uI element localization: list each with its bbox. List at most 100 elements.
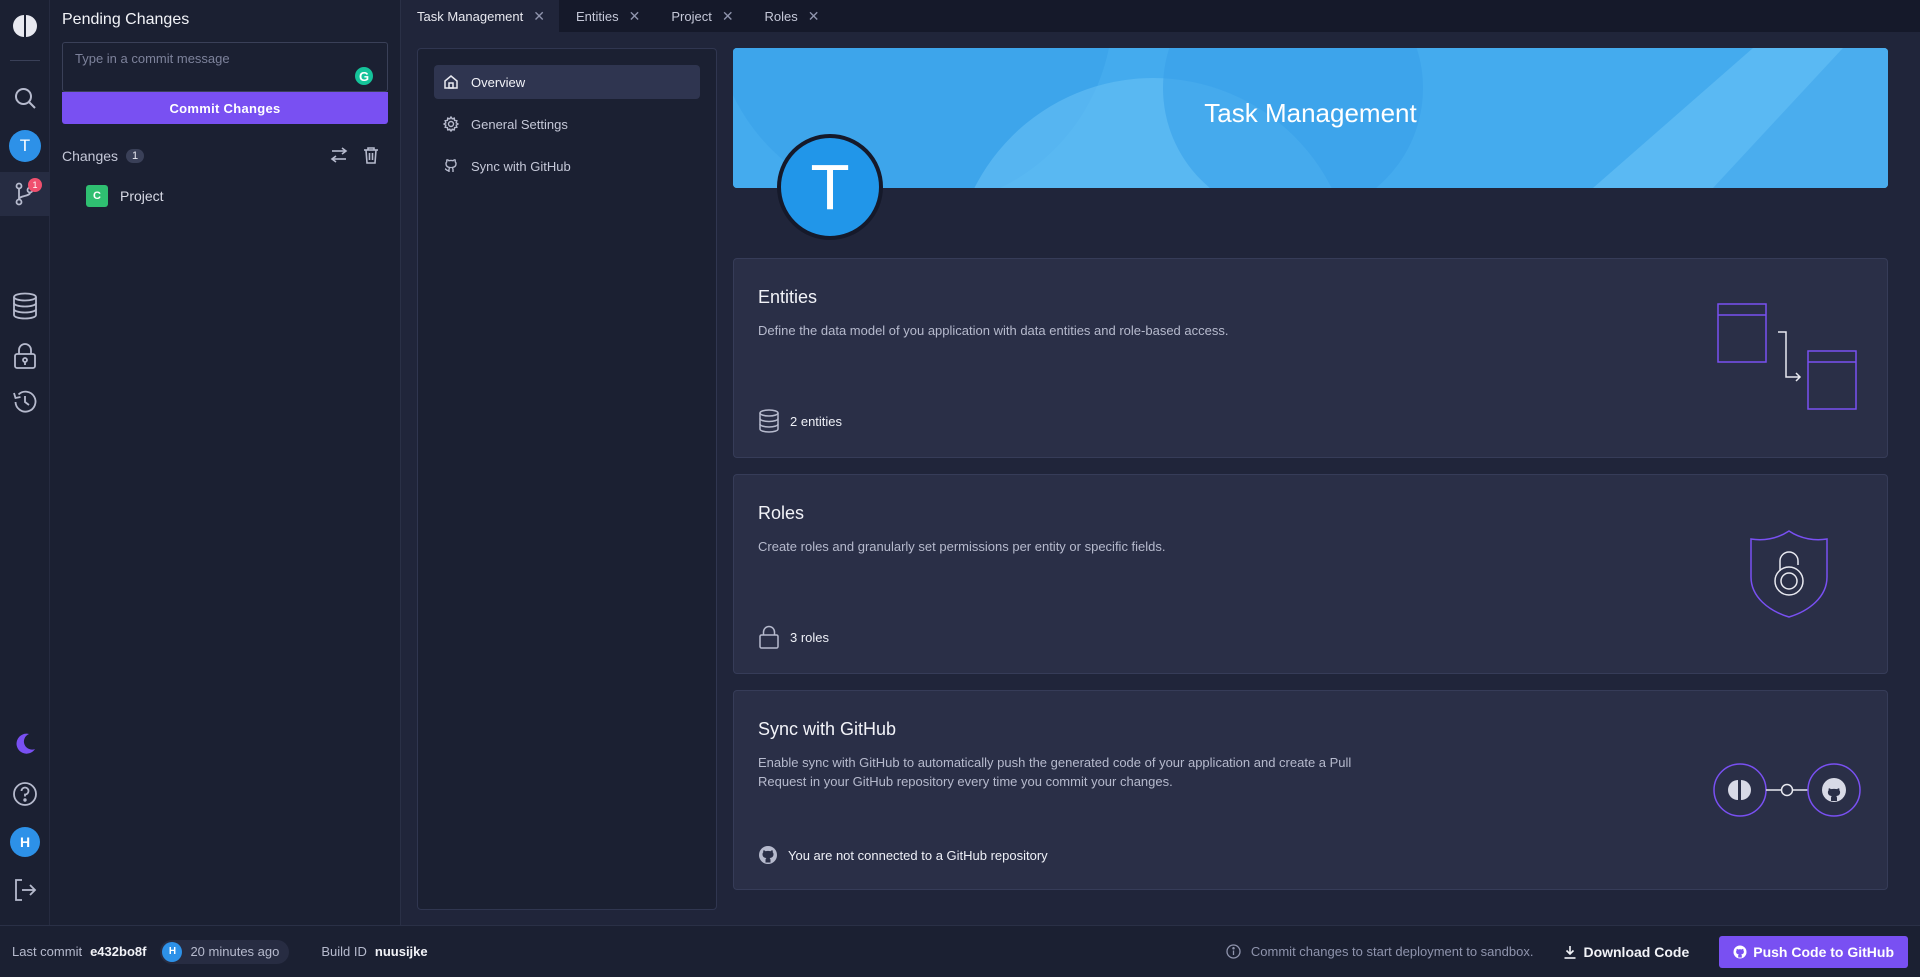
tab-task-management[interactable]: Task Management ✕ xyxy=(401,0,560,32)
tab-project[interactable]: Project ✕ xyxy=(655,0,749,32)
commit-hash[interactable]: e432bo8f xyxy=(90,944,146,959)
close-icon[interactable]: ✕ xyxy=(533,8,545,25)
commit-author-pill: H 20 minutes ago xyxy=(160,939,290,964)
app-avatar: T xyxy=(777,134,883,240)
tab-label: Project xyxy=(671,8,712,24)
tab-label: Entities xyxy=(575,8,619,24)
card-footer: 2 entities xyxy=(758,409,842,433)
github-sync-illustration-icon xyxy=(1713,763,1861,817)
avatar: H xyxy=(162,941,183,962)
changes-header: Changes 1 xyxy=(62,148,145,164)
pending-changes-panel: Pending Changes Type in a commit message… xyxy=(50,0,401,925)
icon-rail: T 1 H xyxy=(0,0,50,925)
app-banner: Task Management xyxy=(733,48,1888,188)
tab-roles[interactable]: Roles ✕ xyxy=(749,0,835,32)
roles-button[interactable] xyxy=(0,334,50,378)
build-id[interactable]: nuusijke xyxy=(375,944,428,959)
last-commit-label: Last commit xyxy=(12,944,83,959)
card-description: Create roles and granularly set permissi… xyxy=(758,539,1166,554)
gear-icon xyxy=(443,116,459,132)
search-icon xyxy=(15,88,36,109)
trash-icon[interactable] xyxy=(362,146,380,164)
user-avatar-button[interactable]: H xyxy=(0,820,50,864)
card-description: Define the data model of you application… xyxy=(758,323,1229,338)
push-to-github-button[interactable]: Push Code to GitHub xyxy=(1719,935,1908,968)
shield-lock-illustration-icon xyxy=(1750,530,1828,618)
database-icon xyxy=(13,292,37,320)
card-footer: You are not connected to a GitHub reposi… xyxy=(758,845,1048,865)
history-icon xyxy=(13,390,37,413)
download-code-button[interactable]: Download Code xyxy=(1551,944,1701,960)
github-connection-status: You are not connected to a GitHub reposi… xyxy=(788,847,1048,863)
card-title: Roles xyxy=(758,503,805,523)
nav-item-sync-github[interactable]: Sync with GitHub xyxy=(434,149,700,183)
app-logo-icon xyxy=(13,15,37,37)
github-sync-card[interactable]: Sync with GitHub Enable sync with GitHub… xyxy=(733,690,1888,890)
dark-mode-icon xyxy=(16,733,35,754)
workspace-avatar[interactable]: T xyxy=(0,124,50,168)
grammarly-icon[interactable]: G xyxy=(353,65,375,87)
close-icon[interactable]: ✕ xyxy=(808,8,820,25)
roles-count: 3 roles xyxy=(790,629,830,645)
deployment-info-text: Commit changes to start deployment to sa… xyxy=(1250,944,1534,959)
tab-entities[interactable]: Entities ✕ xyxy=(560,0,656,32)
push-label: Push Code to GitHub xyxy=(1753,943,1894,960)
entities-count: 2 entities xyxy=(790,413,843,429)
app-settings-nav: Overview General Settings Sync with GitH… xyxy=(417,48,717,910)
logout-button[interactable] xyxy=(0,868,50,912)
search-button[interactable] xyxy=(0,76,50,120)
pending-count-badge: 1 xyxy=(28,178,42,192)
pending-changes-button[interactable]: 1 xyxy=(0,172,50,216)
close-icon[interactable]: ✕ xyxy=(722,8,734,25)
tab-label: Roles xyxy=(764,8,798,24)
github-icon xyxy=(759,846,777,864)
tab-bar: Task Management ✕ Entities ✕ Project ✕ R… xyxy=(401,0,1920,32)
nav-item-label: General Settings xyxy=(471,116,568,132)
card-title: Sync with GitHub xyxy=(758,719,897,739)
change-item-label: Project xyxy=(120,188,164,204)
help-icon xyxy=(13,782,37,806)
home-icon xyxy=(444,75,458,89)
download-icon xyxy=(1564,945,1576,959)
change-type-badge: C xyxy=(86,185,108,207)
roles-card[interactable]: Roles Create roles and granularly set pe… xyxy=(733,474,1888,674)
nav-item-label: Overview xyxy=(471,74,526,90)
commit-info: Last commit e432bo8f H 20 minutes ago Bu… xyxy=(12,939,428,964)
history-button[interactable] xyxy=(0,380,50,424)
change-list-item[interactable]: C Project xyxy=(86,185,164,207)
commit-changes-button[interactable]: Commit Changes xyxy=(62,92,388,124)
app-title: Task Management xyxy=(1204,98,1417,128)
swap-icon[interactable] xyxy=(330,146,348,164)
panel-title: Pending Changes xyxy=(62,11,190,28)
help-button[interactable] xyxy=(0,772,50,816)
app-logo[interactable] xyxy=(0,4,50,48)
database-button[interactable] xyxy=(0,284,50,328)
github-icon xyxy=(444,159,457,172)
nav-item-overview[interactable]: Overview xyxy=(434,65,700,99)
avatar: H xyxy=(10,827,40,857)
tab-label: Task Management xyxy=(417,8,524,24)
status-bar: Last commit e432bo8f H 20 minutes ago Bu… xyxy=(0,925,1920,977)
nav-item-label: Sync with GitHub xyxy=(471,158,571,174)
avatar: T xyxy=(9,130,41,162)
deployment-info: Commit changes to start deployment to sa… xyxy=(1226,944,1534,959)
lock-icon xyxy=(14,343,36,369)
build-id-label: Build ID xyxy=(321,944,367,959)
commit-message-input[interactable]: Type in a commit message G xyxy=(62,42,388,92)
commit-time: 20 minutes ago xyxy=(190,944,280,959)
nav-item-general-settings[interactable]: General Settings xyxy=(434,107,700,141)
rail-divider xyxy=(10,60,40,61)
commit-placeholder: Type in a commit message xyxy=(75,51,230,66)
changes-label: Changes xyxy=(62,148,119,164)
github-icon xyxy=(1733,945,1747,958)
dark-mode-toggle[interactable] xyxy=(0,722,50,766)
changes-actions xyxy=(330,146,380,164)
entities-card[interactable]: Entities Define the data model of you ap… xyxy=(733,258,1888,458)
status-actions: Commit changes to start deployment to sa… xyxy=(1226,935,1908,968)
lock-icon xyxy=(759,625,779,649)
entities-illustration-icon xyxy=(1717,303,1857,410)
logout-icon xyxy=(15,879,37,901)
close-icon[interactable]: ✕ xyxy=(629,8,641,25)
info-icon xyxy=(1226,944,1241,959)
download-label: Download Code xyxy=(1583,943,1690,960)
